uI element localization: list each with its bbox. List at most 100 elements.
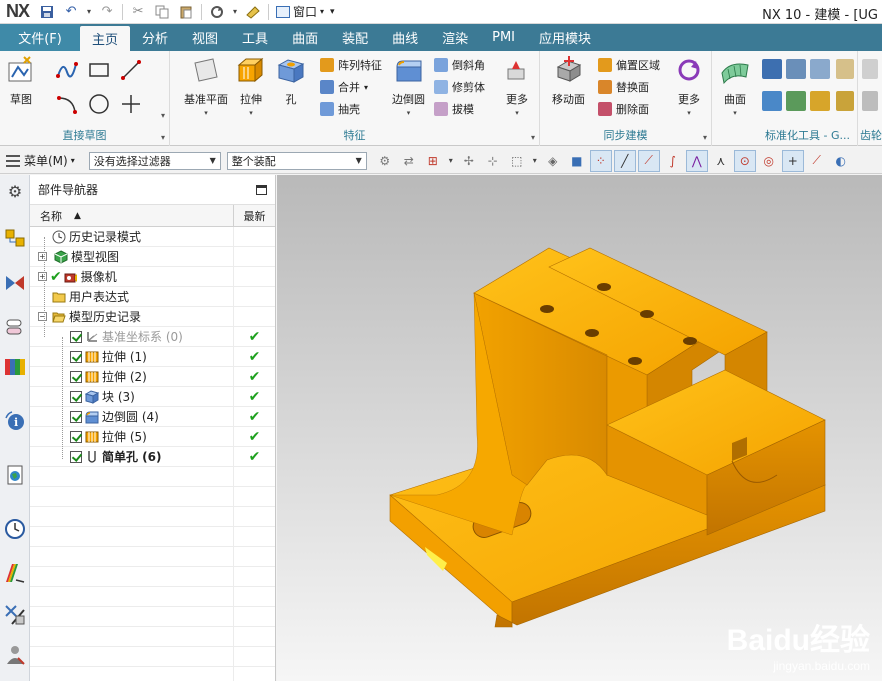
tab-analysis[interactable]: 分析 <box>130 24 180 51</box>
line-icon[interactable] <box>118 57 144 83</box>
visibility-checkbox[interactable] <box>70 410 82 423</box>
rail-hole[interactable] <box>683 337 697 345</box>
copy-icon[interactable] <box>152 2 172 22</box>
snap-dropdown-icon[interactable]: ▾ <box>446 150 456 172</box>
info-icon[interactable]: i <box>3 409 27 433</box>
web-browser-icon[interactable] <box>3 463 27 487</box>
part-navigator-icon[interactable] <box>3 315 27 339</box>
model-3d[interactable] <box>277 175 882 681</box>
tree-row-user-expressions[interactable]: 用户表达式 <box>30 287 275 307</box>
surface-button[interactable]: 曲面 ▾ <box>720 55 750 117</box>
shell-button[interactable]: 抽壳 <box>320 101 360 117</box>
tree-row-block-3[interactable]: 块 (3) ✔ <box>30 387 275 407</box>
curve-snap-icon[interactable]: ∫ <box>662 150 684 172</box>
repeat-dropdown-icon[interactable]: ▾ <box>231 2 239 22</box>
point-on-surface-snap-icon[interactable]: ◐ <box>830 150 852 172</box>
maximize-icon[interactable] <box>256 184 267 195</box>
sketch-button[interactable]: 草图 <box>6 55 36 107</box>
offset-region-button[interactable]: 偏置区域 <box>598 57 660 73</box>
tree-row-history-mode[interactable]: 历史记录模式 <box>30 227 275 247</box>
touch-mode-icon[interactable] <box>243 2 263 22</box>
unite-button[interactable]: 合并 ▾ <box>320 79 368 95</box>
visibility-checkbox[interactable] <box>70 350 82 363</box>
column-latest-header[interactable]: 最新 <box>234 205 275 226</box>
tree-row-edge-blend-4[interactable]: 边倒圆 (4) ✔ <box>30 407 275 427</box>
chamfer-button[interactable]: 倒斜角 <box>434 57 485 73</box>
type-filter-select[interactable]: 没有选择过滤器 ▼ <box>88 151 221 170</box>
graphics-window[interactable]: Baidu经验 jingyan.baidu.com <box>277 175 882 681</box>
intersection-snap-icon[interactable]: ⋏ <box>710 150 732 172</box>
window-menu[interactable]: 窗口 ▾ <box>276 3 324 20</box>
tree-row-extrude-1[interactable]: 拉伸 (1) ✔ <box>30 347 275 367</box>
visibility-checkbox[interactable] <box>70 330 82 343</box>
selection-scope-select[interactable]: 整个装配 ▼ <box>226 151 367 170</box>
visibility-checkbox[interactable] <box>70 390 82 403</box>
circle-icon[interactable] <box>86 91 112 117</box>
paste-icon[interactable] <box>176 2 196 22</box>
group-more-icon[interactable]: ▾ <box>161 111 165 120</box>
rail-hole[interactable] <box>540 305 554 313</box>
reuse-library-icon[interactable] <box>3 355 27 379</box>
tab-view[interactable]: 视图 <box>180 24 230 51</box>
gear-tool-1-icon[interactable] <box>862 59 878 79</box>
settings-gear-icon[interactable]: ⚙ <box>3 179 27 203</box>
visibility-checkbox[interactable] <box>70 430 82 443</box>
expand-icon[interactable]: + <box>38 272 47 281</box>
tab-tools[interactable]: 工具 <box>230 24 280 51</box>
trim-body-button[interactable]: 修剪体 <box>434 79 485 95</box>
tree-row-extrude-2[interactable]: 拉伸 (2) ✔ <box>30 367 275 387</box>
select-pattern-icon[interactable]: ⊞ <box>422 150 444 172</box>
datum-plane-button[interactable]: 基准平面 ▾ <box>184 55 228 117</box>
std-tool-2-icon[interactable] <box>786 59 806 79</box>
group-options-icon[interactable]: ▾ <box>161 133 165 142</box>
visibility-checkbox[interactable] <box>70 370 82 383</box>
column-name-header[interactable]: 名称 ▲ <box>30 205 234 226</box>
arc-center-snap-icon[interactable]: ⊙ <box>733 149 756 172</box>
delete-face-button[interactable]: 删除面 <box>598 101 649 117</box>
edge-blend-button[interactable]: 边倒圆 ▾ <box>392 55 425 117</box>
cut-icon[interactable]: ✂ <box>128 2 148 22</box>
visualization-icon[interactable] <box>3 561 27 585</box>
sync-more-button[interactable]: 更多 ▾ <box>674 55 704 117</box>
std-tool-4-icon[interactable] <box>762 91 782 111</box>
select-all-icon[interactable]: ⊹ <box>482 150 504 172</box>
process-studio-icon[interactable] <box>3 603 27 627</box>
feature-more-button[interactable]: 更多 ▾ <box>502 55 532 117</box>
tree-row-extrude-5[interactable]: 拉伸 (5) ✔ <box>30 427 275 447</box>
tree-row-datum-csys[interactable]: 基准坐标系 (0) ✔ <box>30 327 275 347</box>
rail-hole[interactable] <box>597 283 611 291</box>
tab-render[interactable]: 渲染 <box>430 24 480 51</box>
group-options-icon[interactable]: ▾ <box>531 133 535 142</box>
gear-tool-2-icon[interactable] <box>862 91 878 111</box>
body-select-icon[interactable]: ■ <box>566 150 588 172</box>
end-point-snap-icon[interactable]: ⁘ <box>589 149 612 172</box>
tree-row-cameras[interactable]: + ✔ 摄像机 <box>30 267 275 287</box>
tab-curve[interactable]: 曲线 <box>380 24 430 51</box>
hole-button[interactable]: 孔 <box>276 55 306 107</box>
save-icon[interactable] <box>37 2 57 22</box>
arc-icon[interactable] <box>54 91 80 117</box>
constraint-navigator-icon[interactable] <box>3 271 27 295</box>
rectangle-icon[interactable] <box>86 57 112 83</box>
draft-button[interactable]: 拔模 <box>434 101 474 117</box>
mid-point-snap-icon[interactable]: ⟋ <box>637 149 660 172</box>
quadrant-snap-icon[interactable]: ◎ <box>758 150 780 172</box>
tree-row-simple-hole-6[interactable]: 简单孔 (6) ✔ <box>30 447 275 467</box>
expand-icon[interactable]: + <box>38 252 47 261</box>
tab-surface[interactable]: 曲面 <box>280 24 330 51</box>
history-icon[interactable] <box>3 517 27 541</box>
existing-point-snap-icon[interactable]: + <box>781 149 804 172</box>
vertex-snap-icon[interactable]: ⋀ <box>685 149 708 172</box>
tree-row-model-history[interactable]: − 模型历史记录 <box>30 307 275 327</box>
repeat-command-icon[interactable] <box>207 2 227 22</box>
point-on-curve-snap-icon[interactable]: ⟋ <box>806 150 828 172</box>
role-icon[interactable] <box>3 643 27 667</box>
menu-button[interactable]: 菜单(M) ▾ <box>0 152 81 169</box>
std-tool-6-icon[interactable] <box>810 91 830 111</box>
extrude-button[interactable]: 拉伸 ▾ <box>236 55 266 117</box>
tab-applications[interactable]: 应用模块 <box>527 24 603 51</box>
tab-assemblies[interactable]: 装配 <box>330 24 380 51</box>
undo-dropdown-icon[interactable]: ▾ <box>85 2 93 22</box>
std-tool-8-icon[interactable] <box>836 91 854 111</box>
line-snap-icon[interactable]: ╱ <box>613 149 636 172</box>
